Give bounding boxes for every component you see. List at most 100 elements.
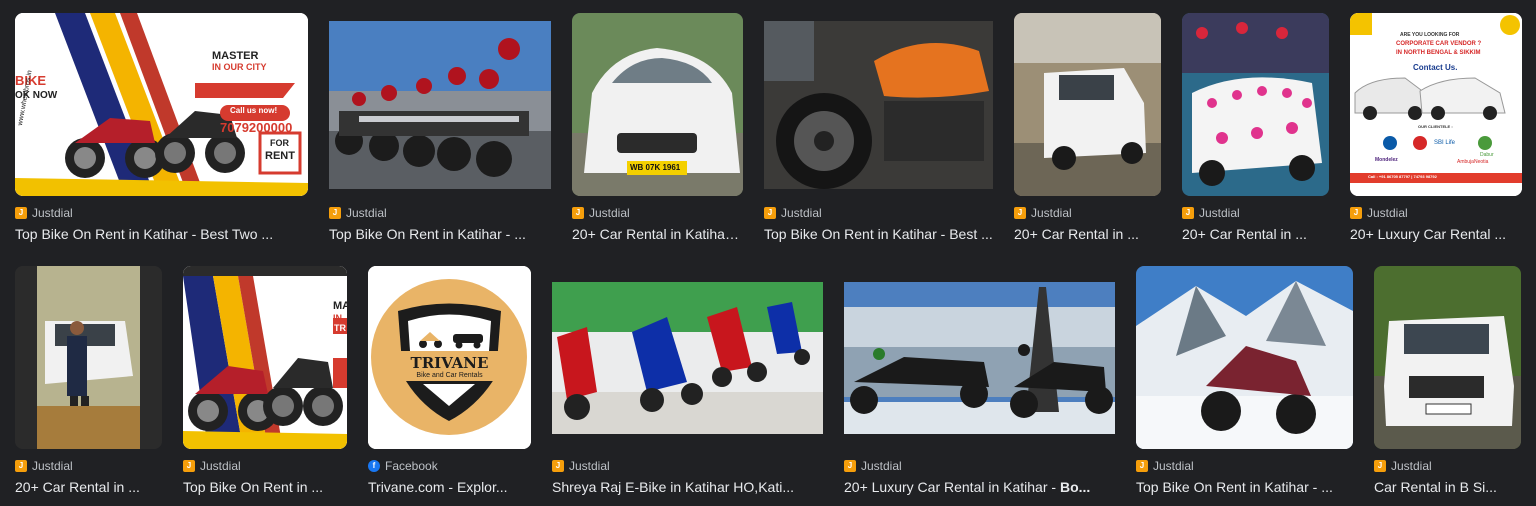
source-name: Justdial [781, 206, 822, 220]
ad-sub2: TRANSPORT [213, 73, 269, 83]
result-source[interactable]: J Justdial [15, 459, 162, 473]
justdial-icon: J [1374, 460, 1386, 472]
ad-headline: MASTER [212, 50, 259, 62]
result-thumbnail[interactable]: TRIVANE Bike and Car Rentals [368, 266, 531, 449]
source-name: Justdial [569, 459, 610, 473]
result-thumbnail[interactable]: ARE YOU LOOKING FOR CORPORATE CAR VENDOR… [1350, 13, 1522, 196]
result-title[interactable]: Top Bike On Rent in Katihar - Best ... [764, 225, 993, 243]
flyer-client-2: Dabur [1480, 152, 1494, 158]
result-source[interactable]: J Justdial [844, 459, 1115, 473]
result-title[interactable]: Top Bike On Rent in Katihar - Best Two .… [15, 225, 308, 243]
result-card-6[interactable]: J Justdial 20+ Car Rental in ... [1182, 13, 1329, 243]
decorated-car-image [1182, 13, 1329, 196]
ad-sub2: TR [334, 323, 346, 333]
result-thumbnail[interactable] [1014, 13, 1161, 196]
result-thumbnail[interactable] [329, 21, 551, 189]
result-source[interactable]: J Justdial [1136, 459, 1353, 473]
result-source[interactable]: J Justdial [1014, 206, 1161, 220]
justdial-icon: J [844, 460, 856, 472]
result-title[interactable]: 20+ Luxury Car Rental in Katihar - Bo... [844, 478, 1115, 496]
flyer-contact: Contact Us. [1413, 63, 1458, 72]
result-thumbnail[interactable]: WB 07K 1961 [572, 13, 743, 196]
result-card-8[interactable]: J Justdial 20+ Car Rental in ... [15, 266, 162, 496]
flyer-clients-label: OUR CLIENTELE : [1418, 124, 1453, 129]
result-source[interactable]: f Facebook [368, 459, 531, 473]
result-card-5[interactable]: J Justdial 20+ Car Rental in ... [1014, 13, 1161, 243]
white-xuv-image [1374, 266, 1521, 449]
facebook-icon: f [368, 460, 380, 472]
ad-call-label: Call us now! [230, 106, 278, 115]
result-card-14[interactable]: J Justdial Car Rental in B Si... [1374, 266, 1521, 496]
bikes-on-mountain-image [844, 282, 1115, 434]
source-name: Justdial [1153, 459, 1194, 473]
man-with-suv-image [15, 266, 162, 449]
result-source[interactable]: J Justdial [552, 459, 823, 473]
result-source[interactable]: J Justdial [1374, 459, 1521, 473]
result-title[interactable]: Car Rental in B Si... [1374, 478, 1521, 496]
result-thumbnail[interactable] [844, 282, 1115, 434]
result-title[interactable]: 20+ Car Rental in Katihar ... [572, 225, 743, 243]
result-card-13[interactable]: J Justdial Top Bike On Rent in Katihar -… [1136, 266, 1353, 496]
result-title[interactable]: Top Bike On Rent in ... [183, 478, 347, 496]
result-card-7[interactable]: ARE YOU LOOKING FOR CORPORATE CAR VENDOR… [1350, 13, 1522, 243]
result-thumbnail[interactable] [1182, 13, 1329, 196]
result-card-9[interactable]: MA IN O TR J Justdial Top Bike On Rent i… [183, 266, 347, 496]
result-card-12[interactable]: J Justdial 20+ Luxury Car Rental in Kati… [844, 282, 1115, 496]
result-source[interactable]: J Justdial [764, 206, 993, 220]
flyer-q3: IN NORTH BENGAL & SIKKIM [1396, 50, 1481, 56]
source-name: Justdial [200, 459, 241, 473]
result-thumbnail[interactable] [15, 266, 162, 449]
ad-phone: 7079200000 [220, 120, 293, 135]
justdial-icon: J [764, 207, 776, 219]
result-card-1[interactable]: MASTER IN OUR CITY TRANSPORT BIKE OK NOW… [15, 13, 308, 243]
result-thumbnail[interactable]: MASTER IN OUR CITY TRANSPORT BIKE OK NOW… [15, 13, 308, 196]
trivane-tagline: Bike and Car Rentals [416, 372, 483, 379]
result-title[interactable]: 20+ Car Rental in ... [1182, 225, 1329, 243]
source-name: Justdial [1391, 459, 1432, 473]
justdial-icon: J [572, 207, 584, 219]
result-title[interactable]: Shreya Raj E-Bike in Katihar HO,Kati... [552, 478, 823, 496]
result-source[interactable]: J Justdial [1182, 206, 1329, 220]
justdial-icon: J [1350, 207, 1362, 219]
bike-rental-ad-image [183, 266, 347, 449]
source-name: Facebook [385, 459, 438, 473]
source-name: Justdial [1367, 206, 1408, 220]
result-title[interactable]: 20+ Car Rental in ... [1014, 225, 1161, 243]
result-source[interactable]: J Justdial [1350, 206, 1522, 220]
result-source[interactable]: J Justdial [329, 206, 551, 220]
result-title[interactable]: Top Bike On Rent in Katihar - ... [329, 225, 551, 243]
title-bold: Bo... [1059, 479, 1091, 495]
flyer-client-4: AmbujaNeotia [1457, 159, 1489, 165]
justdial-icon: J [1014, 207, 1026, 219]
bikes-with-helmets-image [329, 21, 551, 189]
justdial-icon: J [1136, 460, 1148, 472]
result-source[interactable]: J Justdial [572, 206, 743, 220]
result-source[interactable]: J Justdial [183, 459, 347, 473]
result-card-4[interactable]: J Justdial Top Bike On Rent in Katihar -… [764, 21, 993, 243]
result-thumbnail[interactable] [1374, 266, 1521, 449]
result-title[interactable]: Trivane.com - Explor... [368, 478, 531, 496]
result-thumbnail[interactable]: MA IN O TR [183, 266, 347, 449]
result-source[interactable]: J Justdial [15, 206, 308, 220]
title-plain: 20+ Luxury Car Rental in Katihar - [844, 479, 1060, 495]
result-card-2[interactable]: J Justdial Top Bike On Rent in Katihar -… [329, 21, 551, 243]
result-title[interactable]: Top Bike On Rent in Katihar - ... [1136, 478, 1353, 496]
flyer-call: Call : +91 86705 87797 | 74793 98792 [1368, 174, 1437, 179]
result-thumbnail[interactable] [764, 21, 993, 189]
result-card-10[interactable]: TRIVANE Bike and Car Rentals f Facebook … [368, 266, 531, 496]
bike-in-snow-image [1136, 266, 1353, 449]
flyer-q2: CORPORATE CAR VENDOR ? [1396, 41, 1482, 47]
result-title[interactable]: 20+ Luxury Car Rental ... [1350, 225, 1522, 243]
result-thumbnail[interactable] [552, 282, 823, 434]
justdial-icon: J [1182, 207, 1194, 219]
result-title[interactable]: 20+ Car Rental in ... [15, 478, 162, 496]
orange-motorcycle-image [764, 21, 993, 189]
ad-for: FOR [270, 138, 289, 148]
source-name: Justdial [346, 206, 387, 220]
ad-rent: RENT [265, 150, 295, 162]
result-thumbnail[interactable] [1136, 266, 1353, 449]
result-card-3[interactable]: WB 07K 1961 J Justdial 20+ Car Rental in… [572, 13, 743, 243]
source-name: Justdial [1031, 206, 1072, 220]
result-card-11[interactable]: J Justdial Shreya Raj E-Bike in Katihar … [552, 282, 823, 496]
source-name: Justdial [861, 459, 902, 473]
